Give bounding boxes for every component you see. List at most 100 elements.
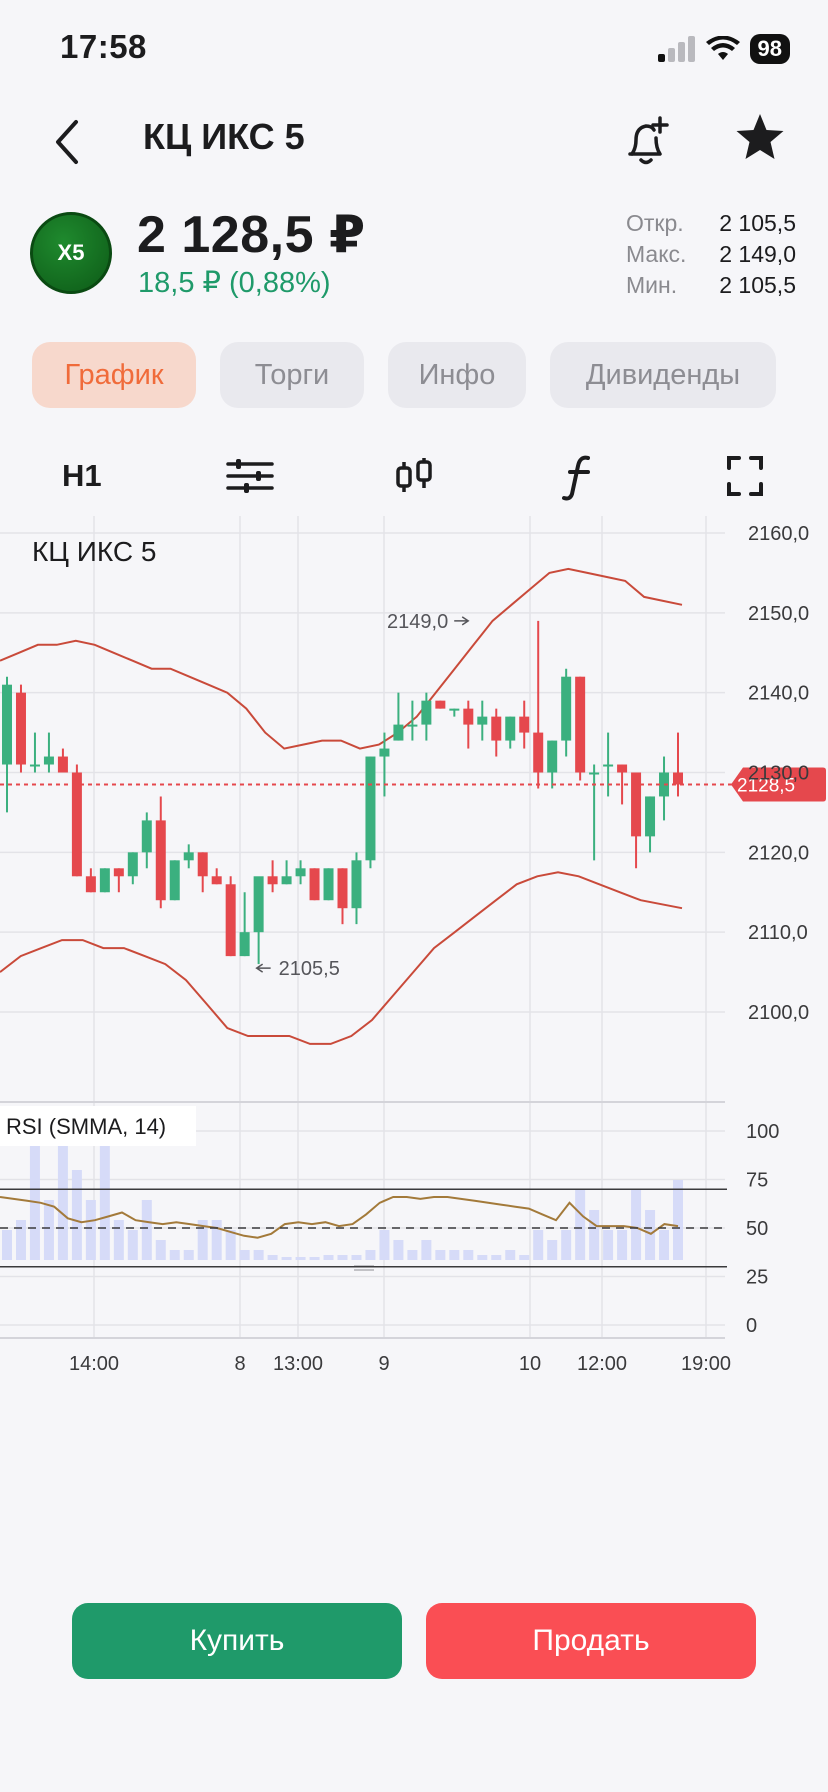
candle-body — [645, 796, 656, 837]
candle-body — [295, 868, 306, 877]
buy-button[interactable]: Купить — [72, 1603, 402, 1679]
favorite-star-icon[interactable] — [732, 110, 788, 166]
candle-body — [491, 716, 502, 741]
volume-bar — [379, 1230, 390, 1260]
tab-chart[interactable]: График — [32, 342, 196, 408]
volume-bar — [477, 1255, 488, 1260]
candle-body — [225, 884, 236, 957]
fullscreen-icon[interactable] — [726, 448, 764, 504]
candle-body — [239, 932, 250, 957]
open-row: Откр. 2 105,5 — [626, 208, 796, 239]
candle-body — [421, 700, 432, 725]
interval-selector[interactable]: H1 — [62, 448, 102, 504]
open-label: Откр. — [626, 210, 684, 236]
volume-bar — [435, 1250, 446, 1260]
price-axis-label: 2140,0 — [748, 683, 809, 705]
candle-body — [323, 868, 334, 901]
candle-body — [337, 868, 348, 909]
high-annotation: 2149,0 — [387, 611, 448, 633]
volume-bar — [463, 1250, 474, 1260]
volume-bar — [337, 1255, 348, 1260]
rsi-label: RSI (SMMA, 14) — [6, 1114, 166, 1139]
page-title: КЦ ИКС 5 — [143, 116, 305, 157]
candle-body — [435, 700, 446, 709]
candle-body — [589, 772, 600, 775]
volume-bar — [673, 1180, 683, 1260]
open-value: 2 105,5 — [719, 210, 796, 236]
tab-info[interactable]: Инфо — [388, 342, 526, 408]
volume-bar — [589, 1210, 600, 1260]
candle-body — [99, 868, 110, 893]
volume-bar — [519, 1255, 530, 1260]
candle-body — [85, 876, 96, 893]
volume-bar — [211, 1220, 222, 1260]
buy-label: Купить — [189, 1624, 285, 1657]
tab-dividends[interactable]: Дивиденды — [550, 342, 776, 408]
high-row: Макс. 2 149,0 — [626, 239, 796, 270]
indicator-settings-icon[interactable] — [224, 448, 276, 504]
rsi-axis-label: 25 — [746, 1267, 768, 1289]
low-arrow-icon — [255, 963, 271, 973]
volume-bar — [99, 1140, 110, 1260]
volume-bar — [645, 1210, 656, 1260]
volume-bar — [295, 1257, 306, 1260]
volume-bar — [491, 1255, 502, 1260]
time-axis-label: 12:00 — [577, 1353, 627, 1375]
time-axis-label: 10 — [519, 1353, 541, 1375]
add-alert-bell-icon[interactable] — [616, 110, 676, 170]
rsi-axis-label: 50 — [746, 1218, 768, 1240]
candle-body — [309, 868, 320, 901]
status-time: 17:58 — [60, 28, 147, 65]
price-axis-label: 2160,0 — [748, 523, 809, 545]
section-tabs: График Торги Инфо Дивиденды — [32, 342, 776, 408]
volume-bar — [15, 1220, 26, 1260]
candle-body — [477, 716, 488, 725]
candlestick-type-icon[interactable] — [394, 448, 434, 504]
candle-body — [29, 764, 40, 767]
candle-body — [281, 876, 292, 885]
function-indicators-icon[interactable] — [562, 448, 596, 504]
sell-button[interactable]: Продать — [426, 1603, 756, 1679]
price-chart[interactable]: 2128,52160,02150,02140,02130,02120,02110… — [0, 516, 828, 1588]
company-logo: X5 — [30, 212, 112, 294]
volume-bar — [659, 1230, 670, 1260]
low-value: 2 105,5 — [719, 272, 796, 298]
rsi-axis-label: 100 — [746, 1121, 779, 1143]
candle-body — [183, 852, 194, 861]
candle-body — [365, 756, 376, 861]
candle-body — [43, 756, 54, 765]
volume-bar — [2, 1230, 12, 1260]
candle-body — [113, 868, 124, 877]
high-value: 2 149,0 — [719, 241, 796, 267]
current-price: 2 128,5 ₽ — [137, 206, 366, 264]
price-axis-label: 2150,0 — [748, 603, 809, 625]
wifi-icon — [705, 36, 740, 60]
volume-bar — [323, 1255, 334, 1260]
volume-bar — [561, 1230, 572, 1260]
volume-bar — [603, 1230, 614, 1260]
time-axis-label: 9 — [378, 1353, 389, 1375]
candle-body — [505, 716, 516, 741]
volume-bar — [169, 1250, 180, 1260]
volume-bar — [351, 1255, 362, 1260]
volume-bar — [127, 1230, 138, 1260]
candle-body — [547, 740, 558, 773]
candle-body — [393, 724, 404, 741]
volume-bar — [281, 1257, 292, 1260]
candle-body — [57, 756, 68, 773]
candle-body — [2, 684, 12, 765]
volume-bar — [393, 1240, 404, 1260]
tab-trades[interactable]: Торги — [220, 342, 364, 408]
candle-body — [631, 772, 642, 837]
volume-bar — [533, 1230, 544, 1260]
volume-bar — [85, 1200, 96, 1260]
candle-body — [603, 764, 614, 767]
volume-bar — [43, 1200, 54, 1260]
volume-bar — [407, 1250, 418, 1260]
chart-title: КЦ ИКС 5 — [32, 536, 157, 567]
back-arrow-icon[interactable] — [48, 112, 88, 172]
signal-icon — [657, 36, 695, 62]
candle-body — [407, 724, 418, 727]
candle-body — [267, 876, 278, 885]
price-axis-label: 2110,0 — [748, 922, 808, 944]
